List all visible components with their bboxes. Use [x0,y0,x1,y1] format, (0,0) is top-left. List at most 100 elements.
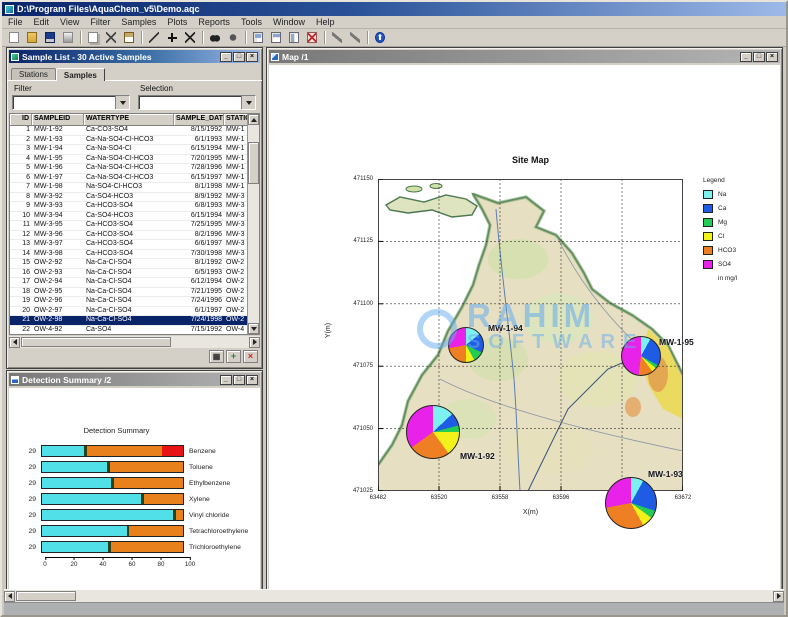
menu-tools[interactable]: Tools [241,17,262,27]
cut-button[interactable] [102,30,120,46]
info-button[interactable] [371,30,389,46]
sample-row[interactable]: 20OW-2-97Na-Ca-Cl-SO46/1/1997OW-2 [10,307,259,317]
sample-row[interactable]: 16OW-2-93Na-Ca-Cl-SO46/5/1993OW-2 [10,269,259,279]
maximize-button[interactable]: □ [233,375,245,385]
sample-row[interactable]: 8MW-3-92Ca-SO4-HCO38/9/1992MW-3 [10,193,259,203]
open-project-icon [27,32,37,43]
window-layout-button[interactable] [285,30,303,46]
sample-row[interactable]: 21OW-2-98Na-Ca-Cl-SO47/24/1998OW-2 [10,316,259,326]
sample-row[interactable]: 9MW-3-93Ca-HCO3-SO46/8/1993MW-3 [10,202,259,212]
cell: 6/8/1993 [174,202,224,211]
zoom-button[interactable] [224,30,242,46]
menu-edit[interactable]: Edit [34,17,50,27]
tab-samples[interactable]: Samples [56,68,105,81]
scroll-right-button[interactable] [773,591,784,602]
sample-row[interactable]: 22OW-4-92Ca-SO47/15/1992OW-4 [10,326,259,336]
window-cascade-button[interactable] [249,30,267,46]
scroll-right-button[interactable] [249,337,260,348]
sample-row[interactable]: 15OW-2-92Na-Ca-Cl-SO48/1/1992OW-2 [10,259,259,269]
sample-row[interactable]: 12MW-3-96Ca-HCO3-SO48/2/1996MW-3 [10,231,259,241]
sample-row[interactable]: 6MW-1-97Ca-Na-SO4-Cl-HCO36/15/1997MW-1 [10,174,259,184]
sample-row[interactable]: 14MW-3-98Ca-HCO3-SO47/30/1998MW-3 [10,250,259,260]
scroll-left-button[interactable] [4,591,15,602]
selection-combobox[interactable] [138,95,256,110]
chart-title: Detection Summary [45,426,188,435]
selection-dropdown-button[interactable] [241,96,255,109]
menu-reports[interactable]: Reports [198,17,230,27]
horizontal-scrollbar[interactable] [9,336,260,348]
vertical-scrollbar[interactable] [247,114,259,334]
browse-records-button[interactable]: ▦ [209,350,224,363]
menu-view[interactable]: View [60,17,79,27]
sample-row[interactable]: 1MW-1-92Ca-CO3-SO48/15/1992MW-1 [10,126,259,136]
map-titlebar[interactable]: Map /1 _□× [269,50,780,63]
delete-sample-button[interactable] [181,30,199,46]
minimize-button[interactable]: _ [740,52,752,62]
detection-bar-row: 29Vinyl chloride [9,507,260,523]
sample-row[interactable]: 5MW-1-96Ca-Na-SO4-Cl-HCO37/28/1996MW-1 [10,164,259,174]
close-button[interactable]: × [766,52,778,62]
maximize-button[interactable]: □ [233,52,245,62]
detection-summary-window-buttons: _□× [220,375,258,385]
menu-samples[interactable]: Samples [121,17,156,27]
menu-help[interactable]: Help [316,17,335,27]
new-document-button[interactable] [5,30,23,46]
delete-record-button[interactable]: × [243,350,258,363]
x-tick-label: 63520 [431,495,448,501]
menu-file[interactable]: File [8,17,23,27]
close-button[interactable]: × [246,375,258,385]
sample-row[interactable]: 17OW-2-94Na-Ca-Cl-SO46/12/1994OW-2 [10,278,259,288]
sample-row[interactable]: 11MW-3-95Ca-HCO3-SO47/25/1995MW-3 [10,221,259,231]
insert-record-button[interactable]: + [226,350,241,363]
add-sample-button[interactable] [163,30,181,46]
sample-row[interactable]: 7MW-1-98Na-SO4-Cl-HCO38/1/1998MW-1 [10,183,259,193]
filter-combobox[interactable] [12,95,130,110]
tab-stations[interactable]: Stations [11,68,56,80]
close-button[interactable]: × [246,52,258,62]
menu-window[interactable]: Window [273,17,305,27]
column-header-id[interactable]: ID [10,114,32,126]
menu-plots[interactable]: Plots [167,17,187,27]
window-tile-button[interactable] [267,30,285,46]
sample-row[interactable]: 10MW-3-94Ca-SO4-HCO36/15/1994MW-3 [10,212,259,222]
y-tick-label: 471125 [353,238,373,244]
sample-list-titlebar[interactable]: Sample List - 30 Active Samples _□× [9,50,260,63]
print-button[interactable] [59,30,77,46]
column-header-sample_date[interactable]: SAMPLE_DATE [174,114,224,126]
scroll-down-button[interactable] [248,323,259,334]
scrollbar-thumb[interactable] [16,591,76,601]
copy-button[interactable] [84,30,102,46]
sample-row[interactable]: 18OW-2-95Na-Ca-Cl-SO47/21/1995OW-2 [10,288,259,298]
mdi-horizontal-scrollbar[interactable] [4,589,784,602]
window-close-button[interactable] [303,30,321,46]
paste-icon [124,32,134,43]
scrollbar-thumb[interactable] [248,142,259,184]
column-header-sampleid[interactable]: SAMPLEID [32,114,84,126]
minimize-button[interactable]: _ [220,375,232,385]
sample-row[interactable]: 4MW-1-95Ca-Na-SO4-Cl-HCO37/20/1995MW-1 [10,155,259,165]
detection-summary-titlebar[interactable]: Detection Summary /2 _□× [9,373,260,386]
legend-swatch [703,232,713,241]
sample-row[interactable]: 3MW-1-94Ca-Na-SO4-Cl6/15/1994MW-1 [10,145,259,155]
tools-wrench-button[interactable] [328,30,346,46]
scroll-up-button[interactable] [248,114,259,125]
maximize-button[interactable]: □ [753,52,765,62]
sample-list-tabstrip: StationsSamples [7,65,262,80]
open-project-button[interactable] [23,30,41,46]
save-button[interactable] [41,30,59,46]
find-button[interactable] [206,30,224,46]
filter-dropdown-button[interactable] [115,96,129,109]
menu-bar: File Edit View Filter Samples Plots Reports Too… [2,16,786,29]
sample-row[interactable]: 2MW-1-93Ca-Na-SO4-Cl-HCO36/1/1993MW-1 [10,136,259,146]
menu-filter[interactable]: Filter [90,17,110,27]
sample-row[interactable]: 13MW-3-97Ca-HCO3-SO46/6/1997MW-3 [10,240,259,250]
options-wrench-button[interactable] [346,30,364,46]
sample-row[interactable]: 19OW-2-96Na-Ca-Cl-SO47/24/1996OW-2 [10,297,259,307]
paste-button[interactable] [120,30,138,46]
scroll-left-button[interactable] [9,337,20,348]
main-titlebar[interactable]: D:\Program Files\AquaChem_v5\Demo.aqc [2,2,786,16]
column-header-watertype[interactable]: WATERTYPE [84,114,174,126]
minimize-button[interactable]: _ [220,52,232,62]
scrollbar-thumb[interactable] [21,337,171,347]
draw-line-button[interactable] [145,30,163,46]
